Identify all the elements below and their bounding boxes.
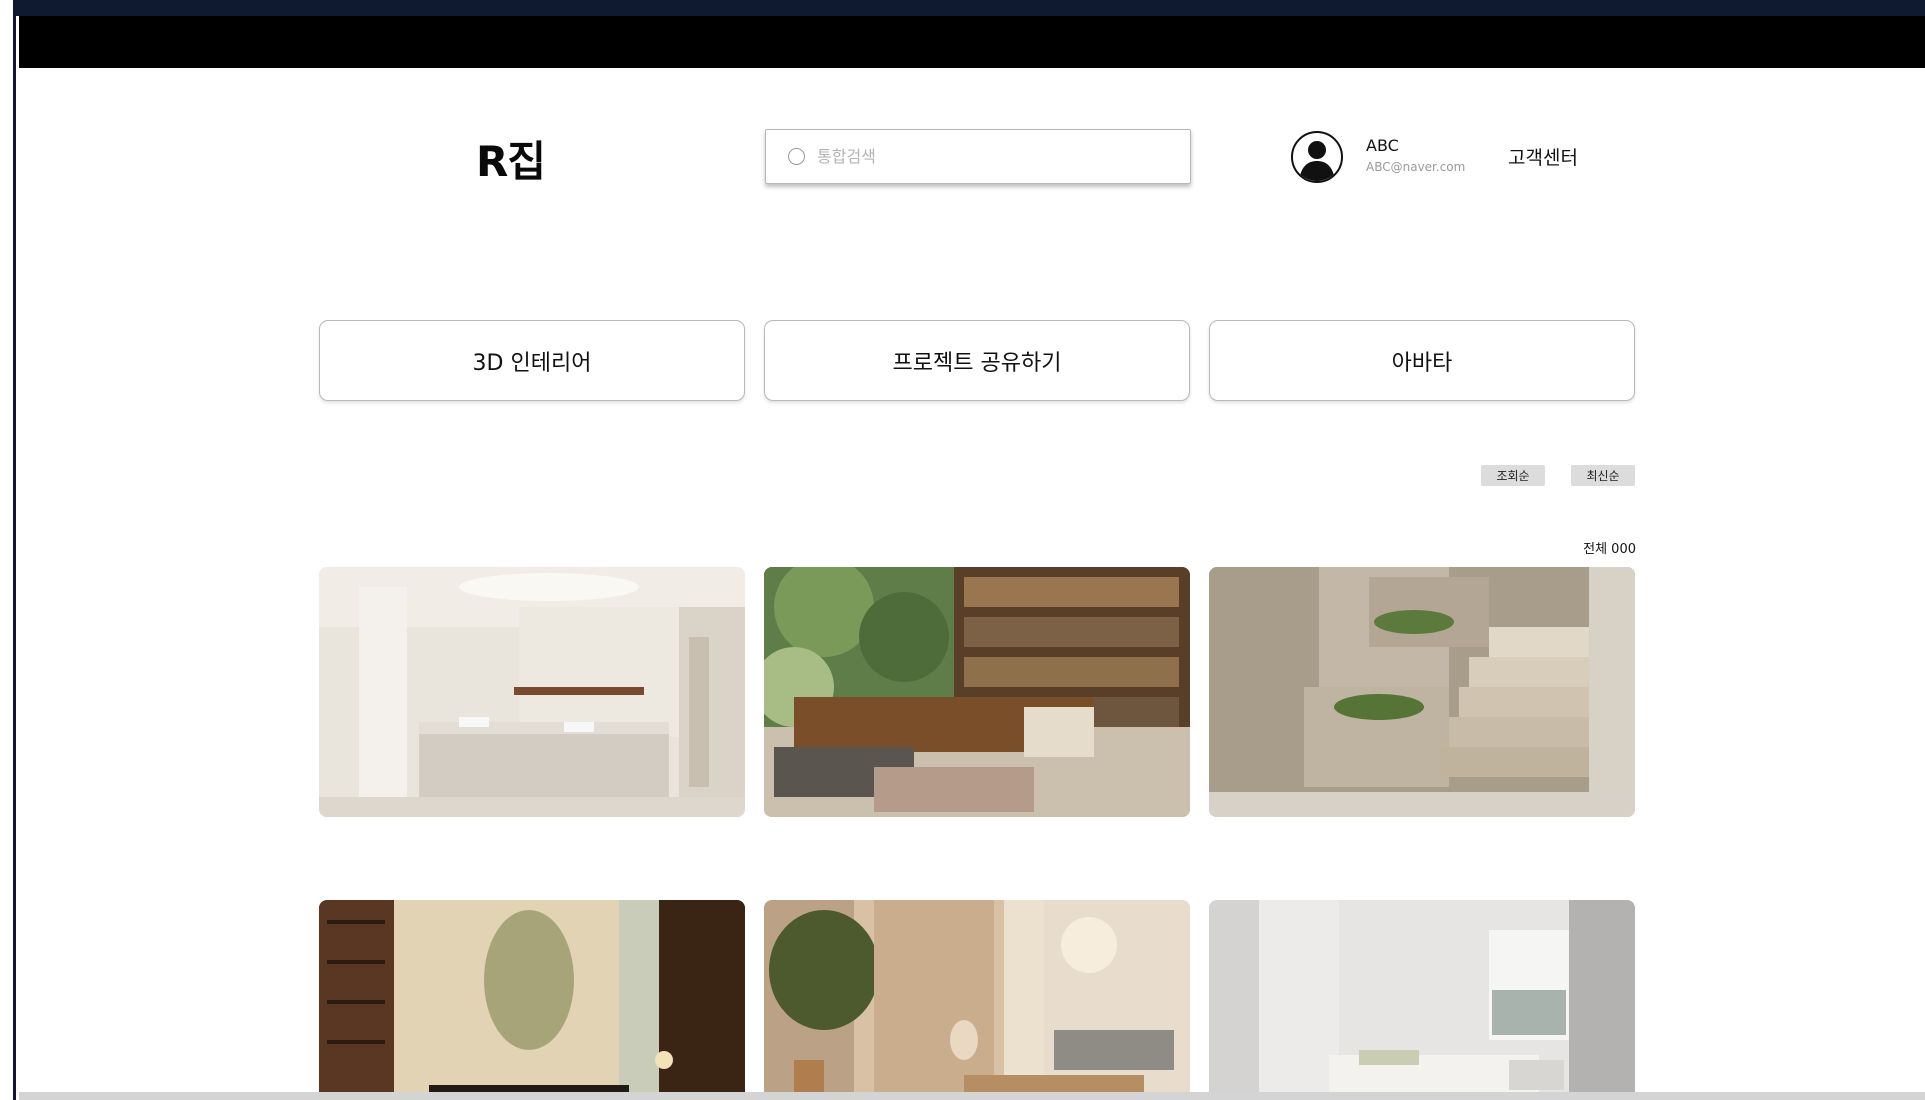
total-count: 전체 000 xyxy=(1583,542,1636,557)
sort-by-recent-button[interactable]: 최신순 xyxy=(1571,465,1635,486)
interior-image xyxy=(319,567,745,817)
user-name: ABC xyxy=(1366,136,1399,155)
user-email: ABC@naver.com xyxy=(1366,160,1466,174)
interior-image xyxy=(764,900,1190,1100)
window-border-left xyxy=(0,0,16,1100)
app-window: R집 ABC ABC@naver.com 고객센터 3D 인테리어 프로젝트 공… xyxy=(0,0,1925,1100)
gallery-item-library[interactable] xyxy=(764,567,1190,817)
horizontal-scrollbar[interactable] xyxy=(19,1092,1925,1100)
category-3d-interior-button[interactable]: 3D 인테리어 xyxy=(319,320,745,401)
gallery-item-stairs[interactable] xyxy=(1209,567,1635,817)
category-share-project-button[interactable]: 프로젝트 공유하기 xyxy=(764,320,1190,401)
customer-center-link[interactable]: 고객센터 xyxy=(1508,143,1578,170)
interior-image xyxy=(764,567,1190,817)
interior-image xyxy=(1209,900,1635,1100)
search-icon xyxy=(788,148,805,165)
interior-image xyxy=(1209,567,1635,817)
category-avatar-button[interactable]: 아바타 xyxy=(1209,320,1635,401)
sort-by-views-button[interactable]: 조회순 xyxy=(1481,465,1545,486)
gallery-item-reception[interactable] xyxy=(319,567,745,817)
interior-image xyxy=(319,900,745,1100)
top-bar xyxy=(19,16,1925,68)
avatar[interactable] xyxy=(1291,131,1343,183)
search-bar[interactable] xyxy=(765,129,1191,184)
gallery-item-bedroom[interactable] xyxy=(1209,900,1635,1100)
search-input[interactable] xyxy=(817,147,1157,166)
site-logo[interactable]: R집 xyxy=(476,128,546,189)
gallery-item-living-room[interactable] xyxy=(319,900,745,1100)
gallery-item-dining[interactable] xyxy=(764,900,1190,1100)
window-border-top xyxy=(0,0,1925,16)
avatar-icon xyxy=(1299,141,1335,181)
